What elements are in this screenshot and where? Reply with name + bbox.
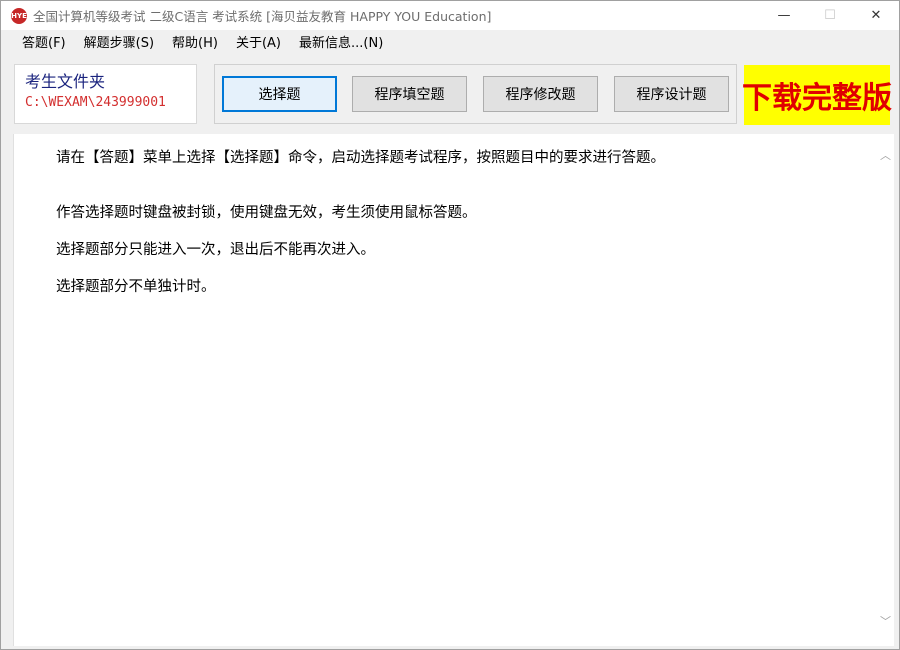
menu-answer[interactable]: 答题(F): [13, 33, 75, 55]
program-design-button[interactable]: 程序设计题: [614, 76, 729, 112]
download-full-version-banner[interactable]: 下载完整版: [742, 65, 892, 125]
minimize-button[interactable]: —: [761, 1, 807, 30]
candidate-folder-path[interactable]: C:\WEXAM\243999001: [25, 93, 186, 113]
instruction-line: 作答选择题时键盘被封锁，使用键盘无效，考生须使用鼠标答题。: [56, 205, 477, 221]
window-controls: — ☐ ✕: [761, 1, 899, 30]
instruction-line: 选择题部分不单独计时。: [56, 279, 216, 295]
maximize-button[interactable]: ☐: [807, 1, 853, 30]
main-window: HYE 全国计算机等级考试 二级C语言 考试系统 [海贝益友教育 HAPPY Y…: [0, 0, 900, 650]
program-modify-button[interactable]: 程序修改题: [483, 76, 598, 112]
vertical-scrollbar[interactable]: ︿ ﹀: [877, 134, 894, 646]
window-title: 全国计算机等级考试 二级C语言 考试系统 [海贝益友教育 HAPPY YOU E…: [33, 9, 492, 24]
menu-help[interactable]: 帮助(H): [163, 33, 227, 55]
scroll-up-icon[interactable]: ︿: [877, 146, 894, 163]
menu-latest-info[interactable]: 最新信息...(N): [290, 33, 392, 55]
candidate-folder-box[interactable]: 考生文件夹 C:\WEXAM\243999001: [14, 64, 197, 124]
program-fill-button[interactable]: 程序填空题: [352, 76, 467, 112]
menu-solution-steps[interactable]: 解题步骤(S): [75, 33, 163, 55]
instructions-panel: 请在【答题】菜单上选择【选择题】命令，启动选择题考试程序，按照题目中的要求进行答…: [13, 134, 877, 646]
menu-about[interactable]: 关于(A): [227, 33, 290, 55]
instruction-line: 选择题部分只能进入一次，退出后不能再次进入。: [56, 242, 375, 258]
close-button[interactable]: ✕: [853, 1, 899, 30]
app-logo-icon: HYE: [11, 7, 27, 24]
instruction-line: 请在【答题】菜单上选择【选择题】命令，启动选择题考试程序，按照题目中的要求进行答…: [56, 150, 665, 166]
candidate-folder-label: 考生文件夹: [25, 72, 106, 91]
title-bar[interactable]: HYE 全国计算机等级考试 二级C语言 考试系统 [海贝益友教育 HAPPY Y…: [1, 1, 899, 30]
question-type-toolbar: 选择题 程序填空题 程序修改题 程序设计题: [214, 64, 737, 124]
multiple-choice-button[interactable]: 选择题: [222, 76, 337, 112]
menu-bar: 答题(F) 解题步骤(S) 帮助(H) 关于(A) 最新信息...(N): [1, 30, 899, 58]
scroll-down-icon[interactable]: ﹀: [877, 612, 894, 629]
